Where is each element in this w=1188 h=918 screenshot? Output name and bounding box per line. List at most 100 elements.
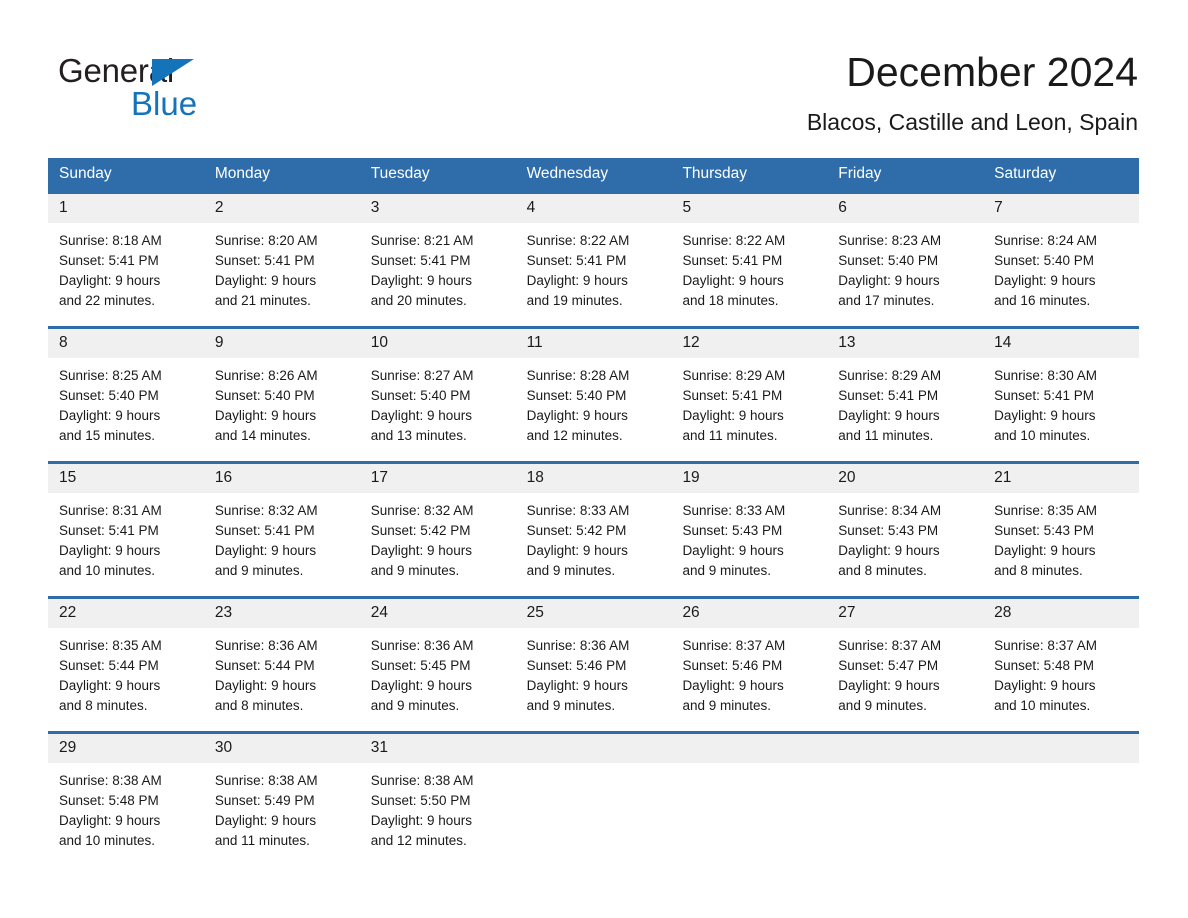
page-title: December 2024: [846, 49, 1138, 95]
sunset-text: Sunset: 5:42 PM: [370, 523, 471, 538]
day-cell[interactable]: 31 Sunrise: 8:38 AM Sunset: 5:50 PM Dayligh…: [359, 731, 516, 866]
sunset-text: Sunset: 5:48 PM: [59, 793, 159, 808]
daylight-text-line2: and 9 minutes.: [682, 563, 771, 578]
sunset-text: Sunset: 5:40 PM: [370, 388, 471, 403]
day-number: 24: [359, 599, 516, 628]
day-cell[interactable]: 20 Sunrise: 8:34 AM Sunset: 5:43 PM Dayligh…: [827, 461, 984, 598]
day-cell[interactable]: 23 Sunrise: 8:36 AM Sunset: 5:44 PM Dayligh…: [203, 596, 360, 733]
sunset-text: Sunset: 5:41 PM: [59, 253, 159, 268]
sunrise-text: Sunrise: 8:35 AM: [59, 638, 162, 653]
daylight-text-line1: Daylight: 9 hours: [838, 678, 940, 693]
general-blue-logo: General Blue: [58, 52, 318, 124]
day-cell[interactable]: 12 Sunrise: 8:29 AM Sunset: 5:41 PM Dayligh…: [671, 326, 828, 463]
daylight-text-line2: and 9 minutes.: [526, 563, 616, 578]
day-cell[interactable]: 9 Sunrise: 8:26 AM Sunset: 5:40 PM Daylight…: [203, 326, 360, 463]
day-cell[interactable]: 7 Sunrise: 8:24 AM Sunset: 5:40 PM Daylight…: [983, 191, 1140, 328]
daylight-text-line2: and 14 minutes.: [214, 428, 311, 443]
day-details: Sunrise: 8:23 AM Sunset: 5:40 PM Daylight:…: [827, 223, 983, 311]
sunrise-text: Sunrise: 8:37 AM: [838, 638, 942, 653]
day-cell[interactable]: 5 Sunrise: 8:22 AM Sunset: 5:41 PM Daylight…: [671, 191, 828, 328]
sunrise-text: Sunrise: 8:26 AM: [214, 368, 318, 383]
daylight-text-line1: Daylight: 9 hours: [370, 273, 473, 288]
day-details: Sunrise: 8:36 AM Sunset: 5:44 PM Daylight:…: [204, 628, 360, 716]
day-cell[interactable]: 2 Sunrise: 8:20 AM Sunset: 5:41 PM Daylight…: [203, 191, 360, 328]
day-cell[interactable]: 21 Sunrise: 8:35 AM Sunset: 5:43 PM Dayligh…: [983, 461, 1140, 598]
sunrise-text: Sunrise: 8:38 AM: [59, 773, 162, 788]
day-cell[interactable]: 28 Sunrise: 8:37 AM Sunset: 5:48 PM Dayligh…: [983, 596, 1140, 733]
sunrise-text: Sunrise: 8:37 AM: [994, 638, 1097, 653]
day-cell[interactable]: 26 Sunrise: 8:37 AM Sunset: 5:46 PM Dayligh…: [671, 596, 828, 733]
day-cell[interactable]: 22 Sunrise: 8:35 AM Sunset: 5:44 PM Dayligh…: [48, 596, 204, 733]
day-cell[interactable]: 14 Sunrise: 8:30 AM Sunset: 5:41 PM Dayligh…: [983, 326, 1140, 463]
day-details: Sunrise: 8:32 AM Sunset: 5:42 PM Daylight:…: [360, 493, 516, 581]
day-number: 19: [671, 464, 828, 493]
day-number: 22: [48, 599, 204, 628]
day-details: Sunrise: 8:32 AM Sunset: 5:41 PM Daylight:…: [204, 493, 360, 581]
day-cell[interactable]: 1 Sunrise: 8:18 AM Sunset: 5:41 PM Daylight…: [48, 191, 204, 328]
day-cell[interactable]: 6 Sunrise: 8:23 AM Sunset: 5:40 PM Daylight…: [827, 191, 984, 328]
day-details: Sunrise: 8:36 AM Sunset: 5:45 PM Daylight:…: [360, 628, 516, 716]
sunset-text: Sunset: 5:41 PM: [214, 253, 315, 268]
daylight-text-line2: and 10 minutes.: [994, 698, 1091, 713]
sunrise-text: Sunrise: 8:30 AM: [994, 368, 1097, 383]
sunrise-text: Sunrise: 8:33 AM: [526, 503, 630, 518]
sunrise-text: Sunrise: 8:38 AM: [214, 773, 318, 788]
sunrise-text: Sunrise: 8:22 AM: [526, 233, 630, 248]
week-row: 15 Sunrise: 8:31 AM Sunset: 5:41 PM Dayligh…: [48, 461, 1140, 598]
day-cell[interactable]: 19 Sunrise: 8:33 AM Sunset: 5:43 PM Dayligh…: [671, 461, 828, 598]
day-details: Sunrise: 8:31 AM Sunset: 5:41 PM Daylight:…: [48, 493, 204, 581]
sunrise-text: Sunrise: 8:34 AM: [838, 503, 942, 518]
daylight-text-line2: and 16 minutes.: [994, 293, 1091, 308]
daylight-text-line2: and 8 minutes.: [994, 563, 1083, 578]
day-cell[interactable]: 30 Sunrise: 8:38 AM Sunset: 5:49 PM Dayligh…: [203, 731, 360, 866]
daylight-text-line2: and 8 minutes.: [59, 698, 148, 713]
sunset-text: Sunset: 5:45 PM: [370, 658, 471, 673]
day-cell[interactable]: 4 Sunrise: 8:22 AM Sunset: 5:41 PM Daylight…: [515, 191, 672, 328]
weekday-header-wednesday: Wednesday: [515, 158, 672, 193]
daylight-text-line2: and 11 minutes.: [214, 833, 310, 848]
day-cell[interactable]: 29 Sunrise: 8:38 AM Sunset: 5:48 PM Dayligh…: [48, 731, 204, 866]
day-number: 9: [203, 329, 360, 358]
daylight-text-line1: Daylight: 9 hours: [59, 543, 161, 558]
day-details: Sunrise: 8:29 AM Sunset: 5:41 PM Daylight:…: [827, 358, 983, 446]
day-cell-empty: [515, 731, 672, 866]
sunrise-text: Sunrise: 8:36 AM: [214, 638, 318, 653]
day-number: 30: [203, 734, 360, 763]
day-cell[interactable]: 3 Sunrise: 8:21 AM Sunset: 5:41 PM Daylight…: [359, 191, 516, 328]
logo-triangle-icon: [152, 59, 194, 86]
day-cell[interactable]: 13 Sunrise: 8:29 AM Sunset: 5:41 PM Dayligh…: [827, 326, 984, 463]
day-details: Sunrise: 8:37 AM Sunset: 5:48 PM Daylight:…: [983, 628, 1139, 716]
day-cell[interactable]: 15 Sunrise: 8:31 AM Sunset: 5:41 PM Dayligh…: [48, 461, 204, 598]
sunset-text: Sunset: 5:46 PM: [526, 658, 627, 673]
daylight-text-line1: Daylight: 9 hours: [682, 408, 784, 423]
day-number: 25: [515, 599, 672, 628]
daylight-text-line1: Daylight: 9 hours: [214, 273, 317, 288]
day-cell[interactable]: 24 Sunrise: 8:36 AM Sunset: 5:45 PM Dayligh…: [359, 596, 516, 733]
day-cell[interactable]: 18 Sunrise: 8:33 AM Sunset: 5:42 PM Dayligh…: [515, 461, 672, 598]
day-cell[interactable]: 11 Sunrise: 8:28 AM Sunset: 5:40 PM Dayligh…: [515, 326, 672, 463]
day-cell[interactable]: 10 Sunrise: 8:27 AM Sunset: 5:40 PM Dayligh…: [359, 326, 516, 463]
day-details: Sunrise: 8:30 AM Sunset: 5:41 PM Daylight:…: [983, 358, 1139, 446]
daylight-text-line2: and 17 minutes.: [838, 293, 935, 308]
logo-text-blue: Blue: [131, 85, 198, 122]
weekday-header-monday: Monday: [203, 158, 360, 193]
day-number: 16: [203, 464, 360, 493]
daylight-text-line2: and 22 minutes.: [59, 293, 156, 308]
day-cell[interactable]: 27 Sunrise: 8:37 AM Sunset: 5:47 PM Dayligh…: [827, 596, 984, 733]
sunrise-text: Sunrise: 8:18 AM: [59, 233, 162, 248]
day-cell[interactable]: 17 Sunrise: 8:32 AM Sunset: 5:42 PM Dayligh…: [359, 461, 516, 598]
page-subtitle: Blacos, Castille and Leon, Spain: [806, 109, 1138, 135]
daylight-text-line2: and 10 minutes.: [59, 833, 156, 848]
sunset-text: Sunset: 5:42 PM: [526, 523, 627, 538]
sunset-text: Sunset: 5:44 PM: [59, 658, 159, 673]
day-cell[interactable]: 25 Sunrise: 8:36 AM Sunset: 5:46 PM Dayligh…: [515, 596, 672, 733]
week-row: 1 Sunrise: 8:18 AM Sunset: 5:41 PM Daylight…: [48, 191, 1140, 328]
day-cell[interactable]: 8 Sunrise: 8:25 AM Sunset: 5:40 PM Daylight…: [48, 326, 204, 463]
weekday-header-sunday: Sunday: [48, 158, 204, 193]
day-number: 17: [359, 464, 516, 493]
day-number: 29: [48, 734, 204, 763]
sunset-text: Sunset: 5:40 PM: [214, 388, 315, 403]
sunset-text: Sunset: 5:49 PM: [214, 793, 315, 808]
day-number: 2: [203, 194, 360, 223]
day-cell[interactable]: 16 Sunrise: 8:32 AM Sunset: 5:41 PM Dayligh…: [203, 461, 360, 598]
